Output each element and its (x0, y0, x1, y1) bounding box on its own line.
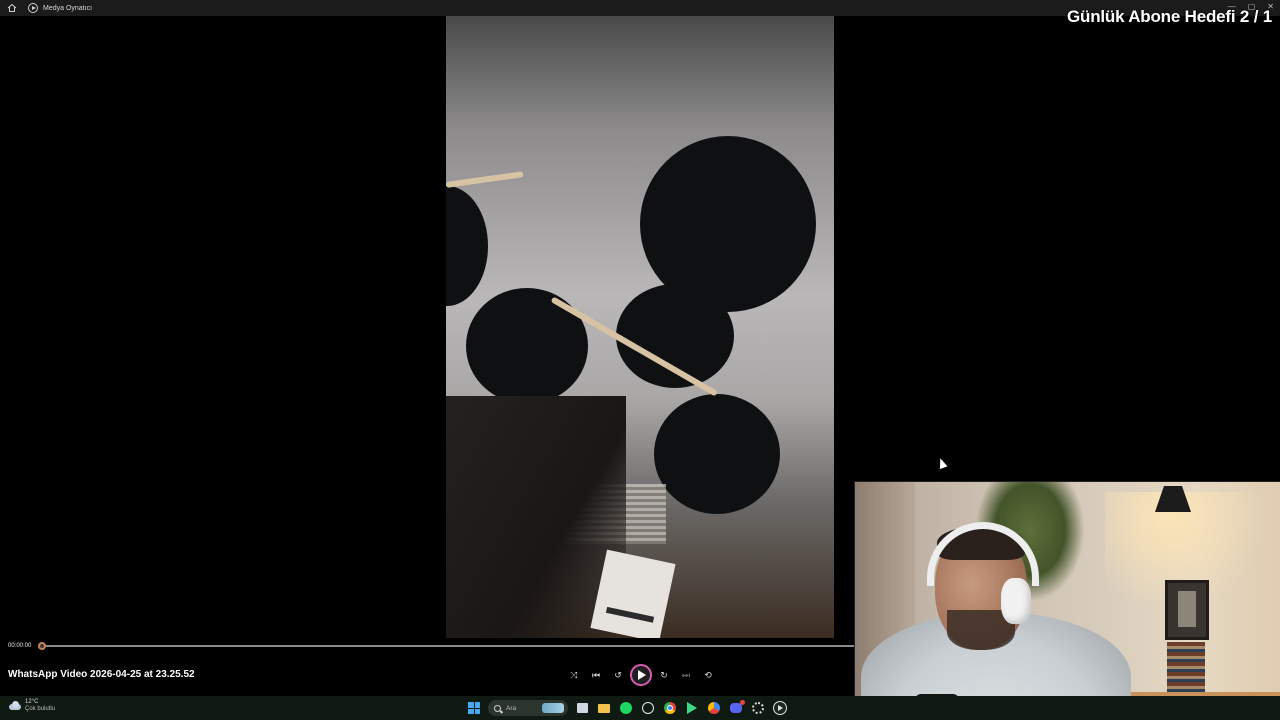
windows-start-icon[interactable] (466, 700, 482, 716)
taskbar: 12°C Çok bulutlu Ara (0, 696, 1280, 720)
search-placeholder: Ara (506, 704, 517, 712)
seek-thumb[interactable] (38, 642, 46, 650)
paper-card (590, 549, 676, 638)
spotify-icon[interactable] (618, 700, 634, 716)
playback-controls: ⤨ ⏮ ↺ ↻ ⏭ ⟲ (563, 664, 719, 686)
play-store-icon[interactable] (684, 700, 700, 716)
drum-pad (654, 394, 780, 514)
seek-bar[interactable] (42, 645, 854, 647)
chrome-profile-icon[interactable] (706, 700, 722, 716)
taskbar-icons: Ara (466, 698, 788, 718)
forward-button[interactable]: ↻ (653, 664, 675, 686)
weather-temperature: 12°C (25, 699, 39, 705)
chatgpt-icon[interactable] (640, 700, 656, 716)
picture-frame (1165, 580, 1209, 640)
cloud-icon (8, 701, 22, 711)
drumstick (446, 171, 524, 188)
mouse-cursor-icon (936, 456, 948, 470)
home-icon[interactable] (7, 3, 17, 13)
shuffle-button[interactable]: ⤨ (563, 664, 585, 686)
video-title: WhatsApp Video 2026-04-25 at 23.25.52 (8, 669, 195, 680)
settings-icon[interactable] (750, 700, 766, 716)
discord-icon[interactable] (728, 700, 745, 716)
current-time: 00:00:00 (8, 643, 32, 649)
task-view-icon[interactable] (574, 700, 590, 716)
drum-pad (446, 186, 488, 306)
video-frame[interactable] (446, 16, 834, 638)
media-player-taskbar-icon[interactable] (772, 700, 788, 716)
rewind-button[interactable]: ↺ (607, 664, 629, 686)
headphone-earcup (1001, 578, 1031, 624)
lamp (1155, 486, 1191, 512)
repeat-button[interactable]: ⟲ (697, 664, 719, 686)
taskbar-search[interactable]: Ara (488, 700, 568, 716)
weather-description: Çok bulutlu (25, 706, 56, 712)
webcam-overlay (854, 481, 1280, 720)
previous-button[interactable]: ⏮ (585, 664, 607, 686)
play-button[interactable] (630, 664, 652, 686)
chrome-icon[interactable] (662, 700, 678, 716)
search-highlight-icon (542, 703, 564, 713)
media-player-app-icon (28, 3, 38, 13)
file-explorer-icon[interactable] (596, 700, 612, 716)
search-icon (494, 704, 501, 712)
weather-widget[interactable]: 12°C Çok bulutlu (8, 699, 55, 713)
subscriber-goal-overlay: Günlük Abone Hedefi 2 / 1 (1066, 7, 1272, 26)
window-title: Medya Oynatıcı (43, 4, 93, 12)
next-button[interactable]: ⏭ (675, 664, 697, 686)
weather-text: 12°C Çok bulutlu (25, 699, 55, 713)
